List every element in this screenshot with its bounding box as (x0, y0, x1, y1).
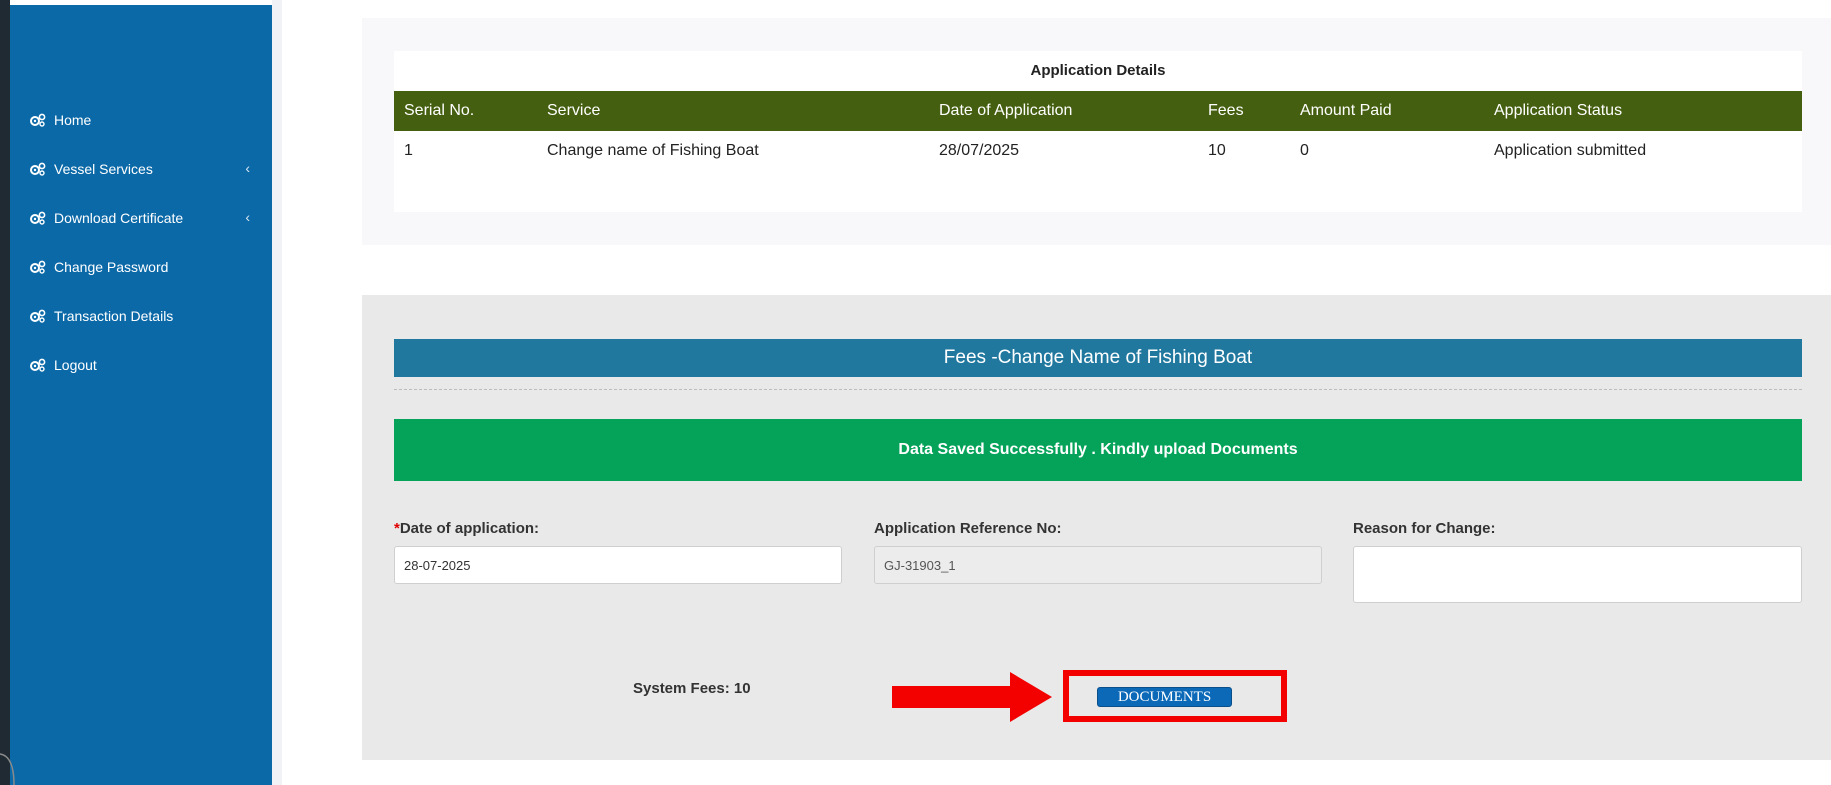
sidebar-item-download-certificate[interactable]: Download Certificate ‹ (10, 193, 272, 242)
reason-for-change-label: Reason for Change: (1353, 520, 1496, 537)
documents-button[interactable]: DOCUMENTS (1097, 687, 1232, 707)
sidebar: Home Vessel Services ‹ Download Certific… (10, 5, 278, 785)
reason-for-change-textarea[interactable] (1353, 546, 1802, 603)
sidebar-item-logout[interactable]: Logout (10, 340, 272, 389)
divider (394, 389, 1802, 390)
chevron-left-icon[interactable]: ‹ (245, 160, 250, 176)
application-reference-label: Application Reference No: (874, 520, 1062, 537)
gear-icon (30, 113, 46, 127)
column-header-date: Date of Application (939, 102, 1073, 119)
decorative-curve (0, 753, 15, 785)
cell-status: Application submitted (1494, 142, 1647, 159)
column-header-service: Service (547, 102, 601, 119)
sidebar-item-change-password[interactable]: Change Password (10, 242, 272, 291)
date-of-application-input[interactable] (394, 546, 842, 584)
column-header-serial: Serial No. (404, 102, 475, 119)
gear-icon (30, 260, 46, 274)
sidebar-item-transaction-details[interactable]: Transaction Details (10, 291, 272, 340)
gear-icon (30, 211, 46, 225)
sidebar-item-label: Vessel Services (54, 160, 153, 177)
window-edge (0, 0, 10, 785)
sidebar-item-label: Change Password (54, 258, 169, 275)
sidebar-item-home[interactable]: Home (10, 95, 272, 144)
sidebar-item-label: Download Certificate (54, 209, 184, 226)
sidebar-item-label: Transaction Details (54, 307, 174, 324)
gear-icon (30, 358, 46, 372)
table-title: Application Details (1030, 62, 1166, 79)
gear-icon (30, 309, 46, 323)
application-details-table: Application Details Serial No. Service D… (394, 51, 1802, 212)
cell-amount-paid: 0 (1300, 142, 1309, 159)
cell-fees: 10 (1208, 142, 1226, 159)
application-reference-input[interactable] (874, 546, 1322, 584)
sidebar-item-label: Home (54, 111, 92, 128)
table-row: 1 Change name of Fishing Boat 28/07/2025… (394, 131, 1802, 171)
arrow-right-icon (892, 672, 1052, 722)
table-header: Serial No. Service Date of Application F… (394, 91, 1802, 131)
system-fees-text: System Fees: 10 (633, 680, 751, 697)
success-alert: Data Saved Successfully . Kindly upload … (394, 419, 1802, 481)
chevron-left-icon[interactable]: ‹ (245, 209, 250, 225)
cell-serial: 1 (404, 142, 413, 159)
date-label-text: Date of application: (399, 520, 540, 537)
fees-form-panel: Fees -Change Name of Fishing Boat Data S… (362, 295, 1831, 760)
fees-form-header: Fees -Change Name of Fishing Boat (394, 339, 1802, 377)
cell-date: 28/07/2025 (939, 142, 1020, 159)
column-header-status: Application Status (1494, 102, 1623, 119)
date-of-application-label: *Date of application: (394, 520, 539, 537)
column-header-amount-paid: Amount Paid (1300, 102, 1392, 119)
cell-service: Change name of Fishing Boat (547, 142, 759, 159)
application-details-panel: Application Details Serial No. Service D… (362, 18, 1831, 245)
column-header-fees: Fees (1208, 102, 1244, 119)
sidebar-item-label: Logout (54, 356, 97, 373)
sidebar-divider (272, 0, 282, 785)
gear-icon (30, 162, 46, 176)
sidebar-menu: Home Vessel Services ‹ Download Certific… (10, 95, 272, 389)
sidebar-item-vessel-services[interactable]: Vessel Services ‹ (10, 144, 272, 193)
